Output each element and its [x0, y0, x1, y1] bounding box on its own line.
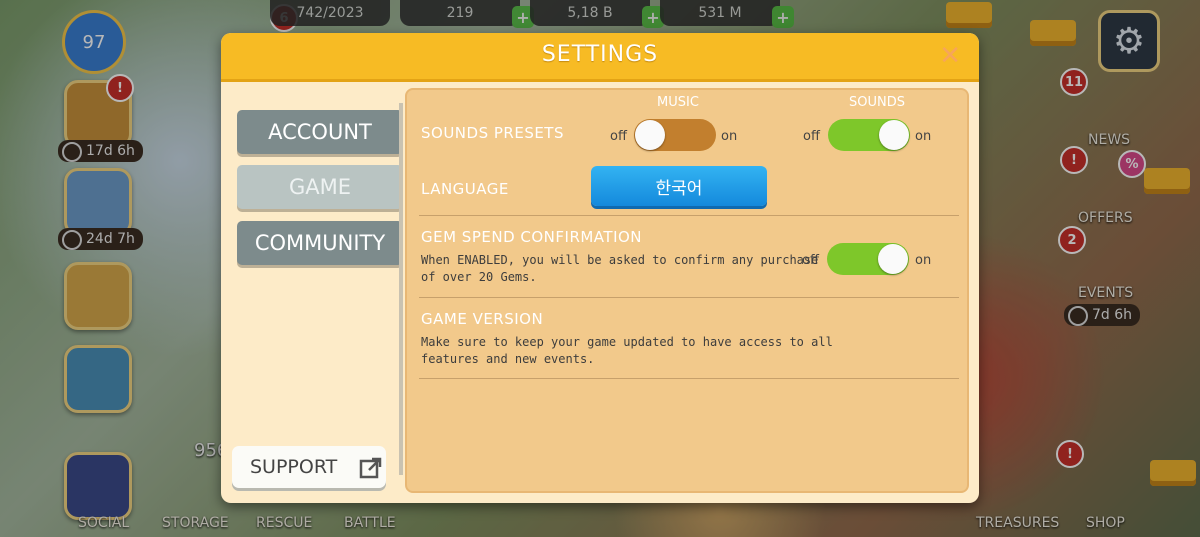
tab-community[interactable]: COMMUNITY — [237, 221, 403, 265]
gem-spend-description-line1: When ENABLED, you will be asked to confi… — [421, 253, 819, 267]
game-version-description-line2: features and new events. — [421, 352, 595, 366]
support-button[interactable]: SUPPORT — [232, 446, 386, 488]
tab-game[interactable]: GAME — [237, 165, 403, 209]
section-divider — [419, 378, 959, 379]
tab-divider — [399, 103, 403, 475]
close-icon: ✕ — [939, 41, 961, 71]
settings-dialog: SETTINGS ✕ ACCOUNT GAME COMMUNITY SUPPOR… — [221, 33, 979, 503]
sounds-presets-label: SOUNDS PRESETS — [421, 124, 564, 142]
game-version-title: GAME VERSION — [421, 310, 544, 328]
gem-spend-off-label: off — [802, 253, 819, 268]
music-header: MUSIC — [657, 95, 699, 110]
dialog-title: SETTINGS — [541, 42, 659, 67]
sounds-header: SOUNDS — [849, 95, 905, 110]
sounds-on-label: on — [915, 129, 932, 144]
support-label: SUPPORT — [250, 456, 338, 478]
sounds-toggle[interactable] — [828, 119, 910, 151]
gem-spend-title: GEM SPEND CONFIRMATION — [421, 228, 643, 246]
toggle-knob — [878, 244, 908, 274]
external-link-icon — [359, 456, 382, 479]
game-settings-panel: MUSIC SOUNDS SOUNDS PRESETS off on off o… — [405, 88, 969, 493]
dialog-header: SETTINGS ✕ — [221, 33, 979, 82]
section-divider — [419, 297, 959, 298]
language-button[interactable]: 한국어 — [591, 166, 767, 206]
section-divider — [419, 215, 959, 216]
game-version-description-line1: Make sure to keep your game updated to h… — [421, 335, 833, 349]
gem-spend-toggle[interactable] — [827, 243, 909, 275]
close-button[interactable]: ✕ — [939, 41, 961, 71]
sounds-off-label: off — [803, 129, 820, 144]
gem-spend-description-line2: of over 20 Gems. — [421, 270, 537, 284]
gem-spend-on-label: on — [915, 253, 932, 268]
tab-account[interactable]: ACCOUNT — [237, 110, 403, 154]
music-off-label: off — [610, 129, 627, 144]
music-on-label: on — [721, 129, 738, 144]
language-value: 한국어 — [655, 178, 703, 199]
toggle-knob — [879, 120, 909, 150]
music-toggle[interactable] — [634, 119, 716, 151]
language-label: LANGUAGE — [421, 180, 509, 198]
toggle-knob — [635, 120, 665, 150]
